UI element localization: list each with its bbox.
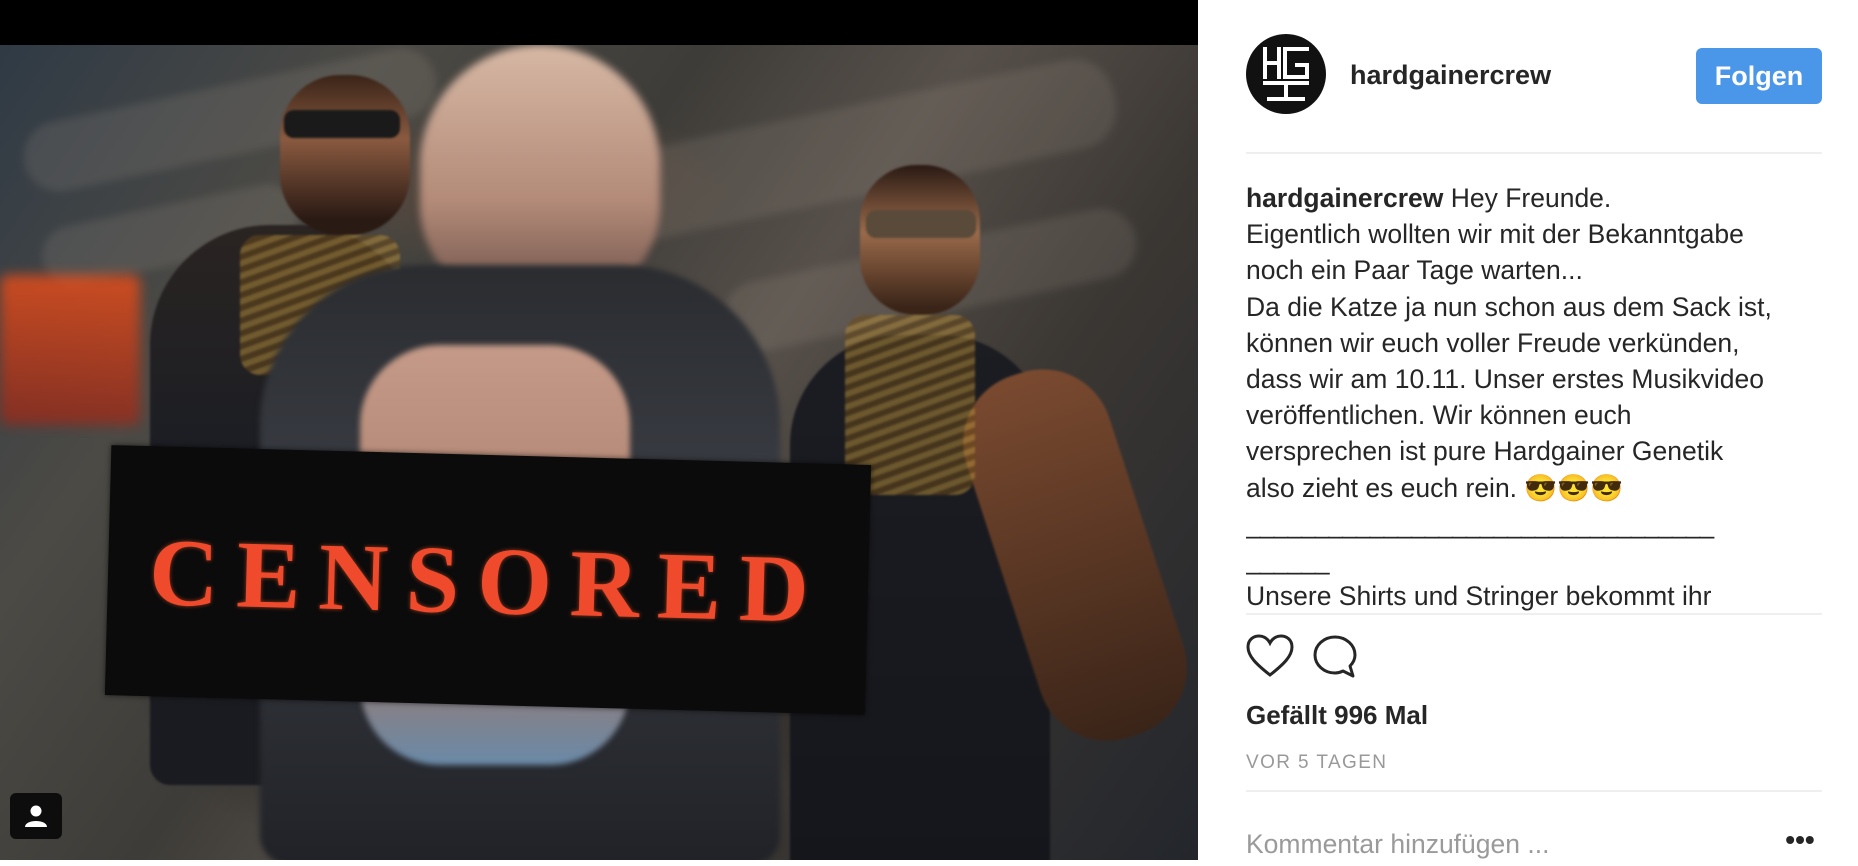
heart-outline-icon[interactable] xyxy=(1246,634,1294,683)
header-divider xyxy=(1246,152,1822,154)
comment-input[interactable] xyxy=(1246,822,1746,866)
caption-line: dass wir am 10.11. Unser erstes Musikvid… xyxy=(1246,364,1764,395)
caption-line: ______ xyxy=(1246,545,1329,576)
caption-line: können wir euch voller Freude verkünden, xyxy=(1246,327,1740,358)
caption-line: hardgainercrew Hey Freunde. xyxy=(1246,183,1612,213)
caption-line: noch ein Paar Tage warten... xyxy=(1246,255,1583,286)
caption-line: versprechen ist pure Hardgainer Genetik xyxy=(1246,436,1724,467)
more-options-button[interactable]: ••• xyxy=(1778,826,1822,860)
post-author-username[interactable]: hardgainercrew xyxy=(1350,60,1551,91)
post-side-panel: hardgainercrew Folgen hardgainercrew Hey… xyxy=(1198,0,1858,866)
post-actions xyxy=(1246,634,1822,684)
follow-button[interactable]: Folgen xyxy=(1696,48,1822,104)
censored-label: CENSORED xyxy=(147,517,829,643)
caption-line: Unsere Shirts und Stringer bekommt ihr xyxy=(1246,581,1712,612)
post-header: hardgainercrew Folgen xyxy=(1246,34,1822,120)
caption-line: Eigentlich wollten wir mit der Bekanntga… xyxy=(1246,219,1744,250)
caption-line: also zieht es euch rein. 😎😎😎 xyxy=(1246,472,1624,503)
hg-logo-icon xyxy=(1263,47,1309,101)
caption-line: __________________________________ xyxy=(1246,508,1714,539)
caption-line: veröffentlichen. Wir können euch xyxy=(1246,400,1632,431)
censored-banner: CENSORED xyxy=(104,445,872,715)
user-silhouette-icon[interactable] xyxy=(10,793,62,839)
like-count[interactable]: Gefällt 996 Mal xyxy=(1246,700,1428,731)
post-photo[interactable]: CENSORED xyxy=(0,45,1198,860)
post-media: CENSORED xyxy=(0,0,1198,860)
avatar[interactable] xyxy=(1246,34,1326,114)
speech-bubble-icon[interactable] xyxy=(1312,634,1358,685)
caption-line: Da die Katze ja nun schon aus dem Sack i… xyxy=(1246,291,1772,322)
neon-light xyxy=(0,275,140,425)
caption-divider xyxy=(1246,613,1822,615)
post-caption: hardgainercrew Hey Freunde. Eigentlich w… xyxy=(1246,180,1831,612)
post-timestamp[interactable]: VOR 5 TAGEN xyxy=(1246,752,1387,774)
caption-username[interactable]: hardgainercrew xyxy=(1246,183,1443,213)
comment-divider xyxy=(1246,790,1822,792)
